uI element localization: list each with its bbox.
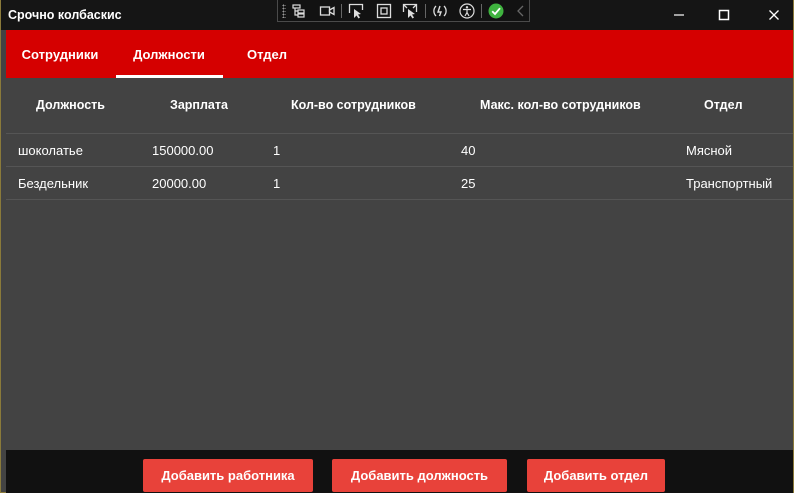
- cell-salary[interactable]: 150000.00: [152, 143, 213, 158]
- close-button[interactable]: [751, 0, 794, 30]
- toolbar-separator: [481, 4, 482, 18]
- column-header-salary[interactable]: Зарплата: [170, 98, 228, 112]
- hot-reload-icon[interactable]: [432, 3, 448, 19]
- add-department-button[interactable]: Добавить отдел: [527, 459, 665, 492]
- minimize-button[interactable]: [656, 0, 702, 30]
- cell-salary[interactable]: 20000.00: [152, 176, 206, 191]
- add-employee-button[interactable]: Добавить работника: [143, 459, 313, 492]
- cell-department[interactable]: Мясной: [686, 143, 732, 158]
- maximize-button[interactable]: [701, 0, 747, 30]
- maximize-icon: [718, 9, 730, 21]
- debug-toolbar: [277, 0, 530, 22]
- toolbar-separator: [341, 4, 342, 18]
- track-focused-element-icon[interactable]: [402, 3, 418, 19]
- action-bar: Добавить работника Добавить должность До…: [6, 450, 793, 493]
- tab-employees[interactable]: Сотрудники: [6, 30, 114, 78]
- grid-header-row: Должность Зарплата Кол-во сотрудников Ма…: [6, 78, 793, 134]
- cell-employee-count[interactable]: 1: [273, 143, 280, 158]
- toolbar-grip-icon[interactable]: [282, 4, 286, 18]
- add-position-button[interactable]: Добавить должность: [332, 459, 507, 492]
- column-header-position[interactable]: Должность: [36, 98, 105, 112]
- live-visual-tree-icon[interactable]: [291, 3, 307, 19]
- toolbar-separator: [425, 4, 426, 18]
- accessibility-icon[interactable]: [459, 3, 475, 19]
- cell-max-employee-count[interactable]: 25: [461, 176, 475, 191]
- select-element-icon[interactable]: [348, 3, 364, 19]
- video-camera-icon[interactable]: [319, 3, 335, 19]
- tab-bar: Сотрудники Должности Отдел: [6, 30, 793, 78]
- display-layout-adorners-icon[interactable]: [376, 3, 392, 19]
- cell-max-employee-count[interactable]: 40: [461, 143, 475, 158]
- column-header-employee-count[interactable]: Кол-во сотрудников: [291, 98, 416, 112]
- collapse-chevron-icon[interactable]: [513, 3, 529, 19]
- column-header-department[interactable]: Отдел: [704, 98, 743, 112]
- cell-department[interactable]: Транспортный: [686, 176, 772, 191]
- close-icon: [769, 10, 779, 20]
- title-bar[interactable]: Срочно колбаскис: [1, 0, 793, 30]
- cell-position[interactable]: Бездельник: [18, 176, 88, 191]
- cell-position[interactable]: шоколатье: [18, 143, 83, 158]
- window-title: Срочно колбаскис: [8, 8, 122, 22]
- positions-grid[interactable]: Должность Зарплата Кол-во сотрудников Ма…: [6, 78, 793, 450]
- cell-employee-count[interactable]: 1: [273, 176, 280, 191]
- table-row[interactable]: шоколатье 150000.00 1 40 Мясной: [6, 134, 793, 167]
- table-row[interactable]: Бездельник 20000.00 1 25 Транспортный: [6, 167, 793, 200]
- tab-positions[interactable]: Должности: [115, 30, 223, 78]
- app-window: Срочно колбаскис Сотрудники Должности От…: [0, 0, 794, 493]
- checkmark-icon[interactable]: [488, 3, 504, 19]
- column-header-max-employee-count[interactable]: Макс. кол-во сотрудников: [480, 98, 641, 112]
- tab-department[interactable]: Отдел: [227, 30, 307, 78]
- minimize-icon: [674, 14, 684, 16]
